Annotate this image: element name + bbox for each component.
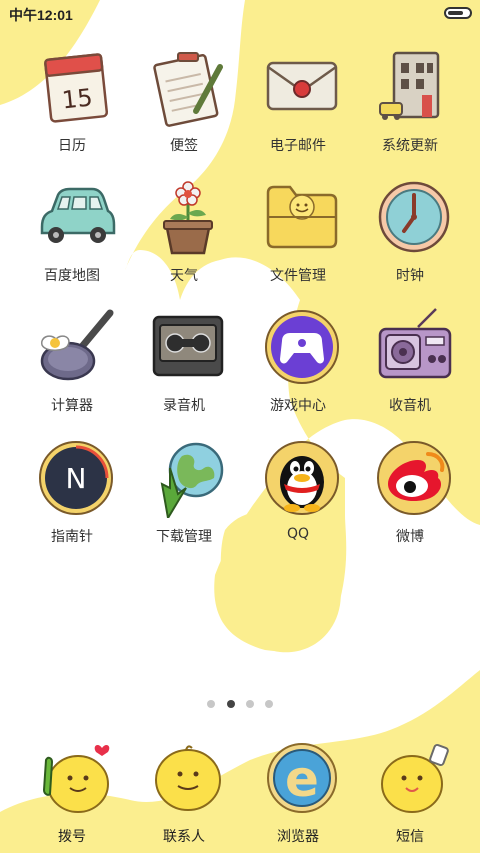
flowerpot-icon <box>163 181 213 255</box>
app-label: 收音机 <box>389 398 431 414</box>
page-dot[interactable] <box>265 700 273 708</box>
page-dot[interactable] <box>207 700 215 708</box>
app-file-manager[interactable]: 文件管理 <box>242 177 354 287</box>
app-radio[interactable]: 收音机 <box>354 307 466 417</box>
app-label: 拨号 <box>58 829 86 845</box>
app-label: 便签 <box>170 138 198 154</box>
message-chick-icon <box>381 743 449 813</box>
envelope-icon <box>266 61 338 111</box>
page-indicator <box>0 698 480 710</box>
folder-icon <box>266 185 338 249</box>
cassette-icon <box>152 315 224 377</box>
notepad-icon <box>153 52 223 127</box>
gamepad-icon <box>265 310 339 384</box>
app-contacts[interactable]: 联系人 <box>128 738 240 848</box>
app-weibo[interactable]: 微博 <box>354 438 466 548</box>
clock-icon <box>378 181 450 253</box>
app-compass[interactable]: N 指南针 <box>16 438 128 548</box>
car-icon <box>40 187 116 243</box>
calendar-date: 15 <box>61 83 94 114</box>
app-label: 指南针 <box>51 529 93 545</box>
battery-level-fill <box>448 11 463 15</box>
app-label: 百度地图 <box>44 268 100 284</box>
app-label: 下载管理 <box>156 529 212 545</box>
status-bar: 中午12:01 <box>0 0 480 28</box>
battery-icon <box>444 7 472 19</box>
app-label: 日历 <box>58 138 86 154</box>
app-download-manager[interactable]: 下载管理 <box>128 438 240 548</box>
app-label: 文件管理 <box>270 268 326 284</box>
browser-letter: e <box>285 750 319 808</box>
app-label: 电子邮件 <box>270 138 326 154</box>
app-calendar[interactable]: 15 日历 <box>16 47 128 157</box>
app-label: 天气 <box>170 268 198 284</box>
app-browser[interactable]: e 浏览器 <box>242 738 354 848</box>
app-weather[interactable]: 天气 <box>128 177 240 287</box>
app-label: 时钟 <box>396 268 424 284</box>
compass-icon: N <box>39 441 113 515</box>
app-system-update[interactable]: 系统更新 <box>354 47 466 157</box>
status-time: 中午12:01 <box>9 7 73 23</box>
app-baidu-map[interactable]: 百度地图 <box>16 177 128 287</box>
app-recorder[interactable]: 录音机 <box>128 307 240 417</box>
app-game-center[interactable]: 游戏中心 <box>242 307 354 417</box>
app-qq[interactable]: QQ <box>242 438 354 548</box>
weibo-icon <box>377 441 451 515</box>
app-notepad[interactable]: 便签 <box>128 47 240 157</box>
page-dot-active[interactable] <box>227 700 235 708</box>
app-label: 系统更新 <box>382 138 438 154</box>
radio-icon <box>378 308 452 379</box>
frying-pan-icon <box>40 309 114 381</box>
compass-letter: N <box>66 462 87 495</box>
globe-download-icon <box>160 442 224 518</box>
chick-icon <box>155 745 221 811</box>
phone-chick-icon <box>42 745 110 813</box>
app-label: 游戏中心 <box>270 398 326 414</box>
app-label: 计算器 <box>51 398 93 414</box>
app-label: 浏览器 <box>277 829 319 845</box>
app-dialer[interactable]: 拨号 <box>16 738 128 848</box>
app-label: QQ <box>286 526 310 542</box>
calendar-icon: 15 <box>44 53 109 123</box>
page-dot[interactable] <box>246 700 254 708</box>
app-label: 微博 <box>396 529 424 545</box>
building-icon <box>379 51 440 120</box>
app-clock[interactable]: 时钟 <box>354 177 466 287</box>
browser-e-icon: e <box>267 743 337 813</box>
app-label: 联系人 <box>163 829 205 845</box>
penguin-icon <box>265 441 339 515</box>
app-label: 录音机 <box>163 398 205 414</box>
app-messages[interactable]: 短信 <box>354 738 466 848</box>
app-calculator[interactable]: 计算器 <box>16 307 128 417</box>
app-email[interactable]: 电子邮件 <box>242 47 354 157</box>
app-label: 短信 <box>396 829 424 845</box>
